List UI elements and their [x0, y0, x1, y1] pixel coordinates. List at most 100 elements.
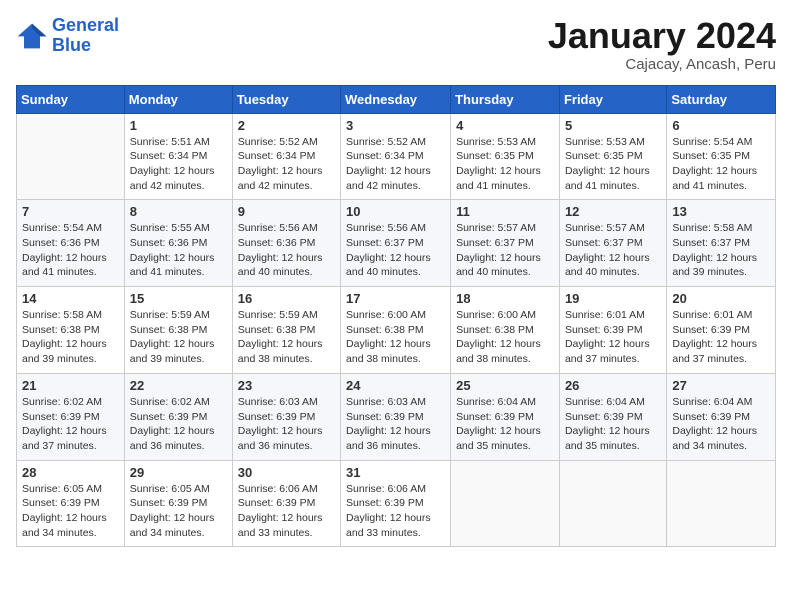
- calendar-cell: 16Sunrise: 5:59 AM Sunset: 6:38 PM Dayli…: [232, 287, 340, 374]
- weekday-header-sunday: Sunday: [17, 85, 125, 113]
- calendar-cell: 15 Sunrise: 5:59 AM Sunset: 6:38 PM Dayli…: [124, 287, 232, 374]
- day-number: 17: [346, 291, 445, 306]
- day-info: Sunrise: 5:51 AM Sunset: 6:34 PM Dayligh…: [130, 135, 227, 194]
- day-number: 20: [672, 291, 770, 306]
- calendar-cell: 5 Sunrise: 5:53 AM Sunset: 6:35 PM Daylig…: [559, 113, 666, 200]
- day-info: Sunrise: 6:04 AM Sunset: 6:39 PM Dayligh…: [672, 395, 770, 454]
- weekday-header-friday: Friday: [559, 85, 666, 113]
- day-info: Sunrise: 5:56 AM Sunset: 6:36 PM Dayligh…: [238, 221, 335, 280]
- day-info: Sunrise: 5:54 AM Sunset: 6:35 PM Dayligh…: [672, 135, 770, 194]
- day-number: 13: [672, 204, 770, 219]
- day-number: 22: [130, 378, 227, 393]
- day-info: Sunrise: 5:59 AM Sunset: 6:38 PM Dayligh…: [130, 308, 227, 367]
- day-info: Sunrise: 6:01 AM Sunset: 6:39 PM Dayligh…: [565, 308, 661, 367]
- calendar-cell: 30Sunrise: 6:06 AM Sunset: 6:39 PM Dayli…: [232, 460, 340, 547]
- day-info: Sunrise: 5:57 AM Sunset: 6:37 PM Dayligh…: [456, 221, 554, 280]
- calendar-week-row: 21 Sunrise: 6:02 AM Sunset: 6:39 PM Dayli…: [17, 373, 776, 460]
- day-info: Sunrise: 5:58 AM Sunset: 6:37 PM Dayligh…: [672, 221, 770, 280]
- location-subtitle: Cajacay, Ancash, Peru: [548, 56, 776, 73]
- logo-icon: [16, 22, 48, 50]
- calendar-cell: 11 Sunrise: 5:57 AM Sunset: 6:37 PM Dayli…: [451, 200, 560, 287]
- day-info: Sunrise: 5:52 AM Sunset: 6:34 PM Dayligh…: [346, 135, 445, 194]
- day-info: Sunrise: 6:00 AM Sunset: 6:38 PM Dayligh…: [456, 308, 554, 367]
- page-header: General Blue January 2024 Cajacay, Ancas…: [16, 16, 776, 73]
- calendar-cell: 4 Sunrise: 5:53 AM Sunset: 6:35 PM Daylig…: [451, 113, 560, 200]
- logo: General Blue: [16, 16, 119, 56]
- day-info: Sunrise: 6:04 AM Sunset: 6:39 PM Dayligh…: [565, 395, 661, 454]
- calendar-cell: 7 Sunrise: 5:54 AM Sunset: 6:36 PM Daylig…: [17, 200, 125, 287]
- day-number: 7: [22, 204, 119, 219]
- calendar-cell: 28 Sunrise: 6:05 AM Sunset: 6:39 PM Dayli…: [17, 460, 125, 547]
- day-number: 18: [456, 291, 554, 306]
- day-number: 2: [238, 118, 335, 133]
- day-number: 24: [346, 378, 445, 393]
- calendar-cell: [559, 460, 666, 547]
- calendar-week-row: 1Sunrise: 5:51 AM Sunset: 6:34 PM Daylig…: [17, 113, 776, 200]
- day-number: 28: [22, 465, 119, 480]
- calendar-week-row: 28 Sunrise: 6:05 AM Sunset: 6:39 PM Dayli…: [17, 460, 776, 547]
- day-info: Sunrise: 5:56 AM Sunset: 6:37 PM Dayligh…: [346, 221, 445, 280]
- day-number: 15: [130, 291, 227, 306]
- day-info: Sunrise: 5:52 AM Sunset: 6:34 PM Dayligh…: [238, 135, 335, 194]
- weekday-header-wednesday: Wednesday: [341, 85, 451, 113]
- day-number: 26: [565, 378, 661, 393]
- day-info: Sunrise: 6:05 AM Sunset: 6:39 PM Dayligh…: [22, 482, 119, 541]
- calendar-table: SundayMondayTuesdayWednesdayThursdayFrid…: [16, 85, 776, 548]
- calendar-cell: 18 Sunrise: 6:00 AM Sunset: 6:38 PM Dayli…: [451, 287, 560, 374]
- day-number: 3: [346, 118, 445, 133]
- calendar-cell: 19 Sunrise: 6:01 AM Sunset: 6:39 PM Dayli…: [559, 287, 666, 374]
- calendar-cell: [451, 460, 560, 547]
- day-info: Sunrise: 6:06 AM Sunset: 6:39 PM Dayligh…: [238, 482, 335, 541]
- day-info: Sunrise: 5:57 AM Sunset: 6:37 PM Dayligh…: [565, 221, 661, 280]
- day-info: Sunrise: 5:53 AM Sunset: 6:35 PM Dayligh…: [565, 135, 661, 194]
- day-info: Sunrise: 6:03 AM Sunset: 6:39 PM Dayligh…: [346, 395, 445, 454]
- day-info: Sunrise: 5:54 AM Sunset: 6:36 PM Dayligh…: [22, 221, 119, 280]
- day-number: 27: [672, 378, 770, 393]
- logo-text: General Blue: [52, 16, 119, 56]
- day-info: Sunrise: 6:02 AM Sunset: 6:39 PM Dayligh…: [130, 395, 227, 454]
- calendar-cell: 23 Sunrise: 6:03 AM Sunset: 6:39 PM Dayli…: [232, 373, 340, 460]
- calendar-cell: 6Sunrise: 5:54 AM Sunset: 6:35 PM Daylig…: [667, 113, 776, 200]
- day-number: 21: [22, 378, 119, 393]
- day-number: 19: [565, 291, 661, 306]
- day-info: Sunrise: 5:59 AM Sunset: 6:38 PM Dayligh…: [238, 308, 335, 367]
- weekday-header-thursday: Thursday: [451, 85, 560, 113]
- calendar-cell: 10 Sunrise: 5:56 AM Sunset: 6:37 PM Dayli…: [341, 200, 451, 287]
- calendar-cell: 26 Sunrise: 6:04 AM Sunset: 6:39 PM Dayli…: [559, 373, 666, 460]
- calendar-cell: 3 Sunrise: 5:52 AM Sunset: 6:34 PM Daylig…: [341, 113, 451, 200]
- day-info: Sunrise: 5:53 AM Sunset: 6:35 PM Dayligh…: [456, 135, 554, 194]
- day-number: 5: [565, 118, 661, 133]
- weekday-header-saturday: Saturday: [667, 85, 776, 113]
- day-number: 10: [346, 204, 445, 219]
- day-number: 11: [456, 204, 554, 219]
- calendar-cell: 20 Sunrise: 6:01 AM Sunset: 6:39 PM Dayli…: [667, 287, 776, 374]
- day-info: Sunrise: 6:01 AM Sunset: 6:39 PM Dayligh…: [672, 308, 770, 367]
- calendar-cell: 29 Sunrise: 6:05 AM Sunset: 6:39 PM Dayli…: [124, 460, 232, 547]
- day-info: Sunrise: 5:55 AM Sunset: 6:36 PM Dayligh…: [130, 221, 227, 280]
- calendar-cell: 2 Sunrise: 5:52 AM Sunset: 6:34 PM Daylig…: [232, 113, 340, 200]
- day-info: Sunrise: 6:06 AM Sunset: 6:39 PM Dayligh…: [346, 482, 445, 541]
- day-number: 23: [238, 378, 335, 393]
- calendar-cell: 24 Sunrise: 6:03 AM Sunset: 6:39 PM Dayli…: [341, 373, 451, 460]
- calendar-week-row: 14Sunrise: 5:58 AM Sunset: 6:38 PM Dayli…: [17, 287, 776, 374]
- day-number: 25: [456, 378, 554, 393]
- day-info: Sunrise: 6:00 AM Sunset: 6:38 PM Dayligh…: [346, 308, 445, 367]
- day-info: Sunrise: 6:04 AM Sunset: 6:39 PM Dayligh…: [456, 395, 554, 454]
- day-number: 29: [130, 465, 227, 480]
- day-info: Sunrise: 6:05 AM Sunset: 6:39 PM Dayligh…: [130, 482, 227, 541]
- day-info: Sunrise: 6:03 AM Sunset: 6:39 PM Dayligh…: [238, 395, 335, 454]
- weekday-header-row: SundayMondayTuesdayWednesdayThursdayFrid…: [17, 85, 776, 113]
- calendar-cell: 1Sunrise: 5:51 AM Sunset: 6:34 PM Daylig…: [124, 113, 232, 200]
- calendar-cell: 31Sunrise: 6:06 AM Sunset: 6:39 PM Dayli…: [341, 460, 451, 547]
- day-number: 9: [238, 204, 335, 219]
- calendar-cell: 9 Sunrise: 5:56 AM Sunset: 6:36 PM Daylig…: [232, 200, 340, 287]
- calendar-cell: 8Sunrise: 5:55 AM Sunset: 6:36 PM Daylig…: [124, 200, 232, 287]
- day-number: 14: [22, 291, 119, 306]
- calendar-cell: 27 Sunrise: 6:04 AM Sunset: 6:39 PM Dayli…: [667, 373, 776, 460]
- weekday-header-monday: Monday: [124, 85, 232, 113]
- weekday-header-tuesday: Tuesday: [232, 85, 340, 113]
- day-info: Sunrise: 6:02 AM Sunset: 6:39 PM Dayligh…: [22, 395, 119, 454]
- day-number: 4: [456, 118, 554, 133]
- calendar-cell: 22 Sunrise: 6:02 AM Sunset: 6:39 PM Dayli…: [124, 373, 232, 460]
- day-number: 12: [565, 204, 661, 219]
